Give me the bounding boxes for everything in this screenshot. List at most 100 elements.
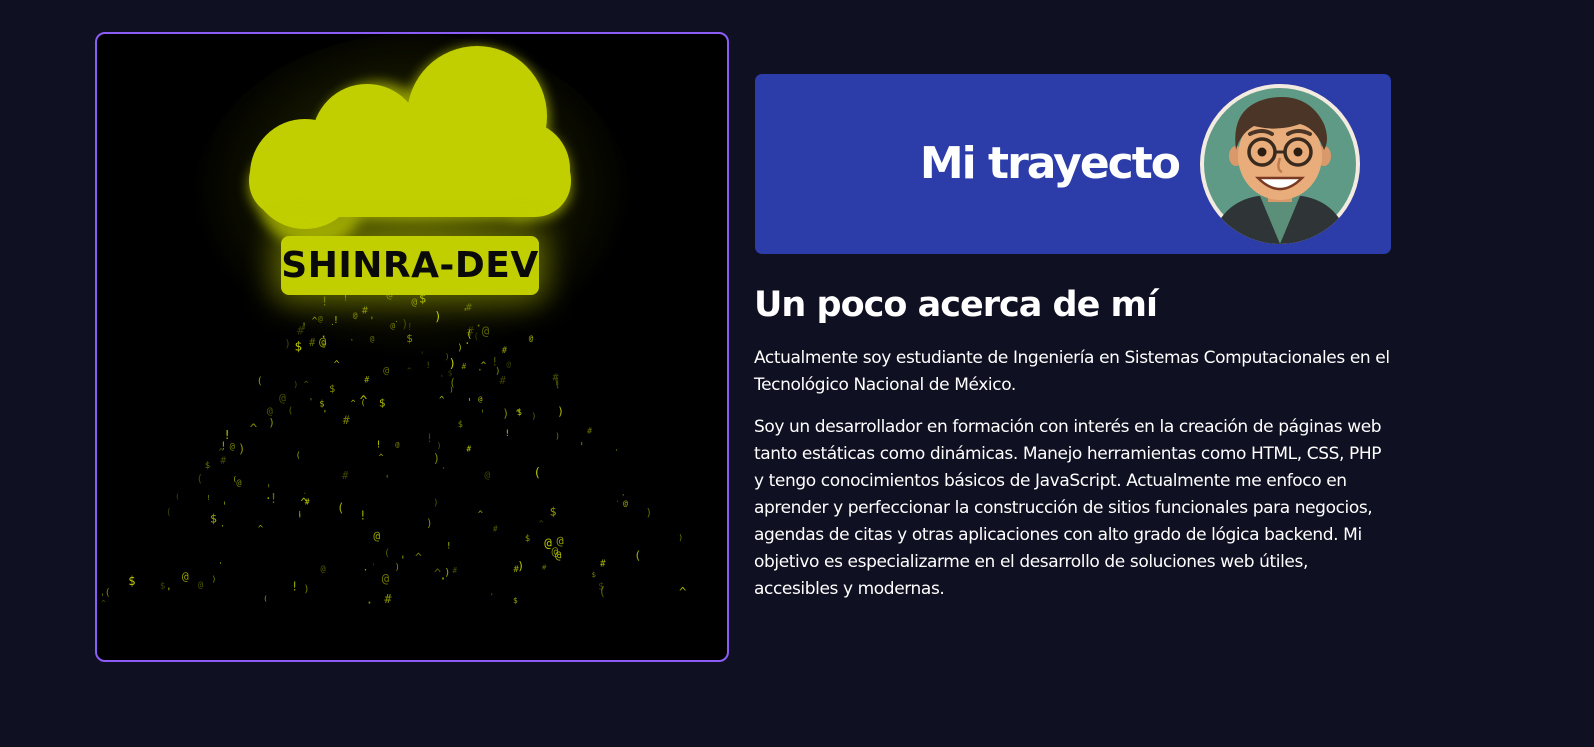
- code-rain-glyph: ^: [379, 453, 384, 462]
- code-rain-glyph: ^: [334, 359, 340, 370]
- code-rain-glyph: ^: [439, 396, 445, 406]
- code-rain-glyph: ': [479, 407, 486, 421]
- code-rain-glyph: ': [371, 561, 375, 570]
- code-rain-glyph: @: [321, 564, 326, 574]
- code-rain-glyph: #: [220, 456, 226, 467]
- code-rain-glyph: !: [491, 356, 498, 369]
- code-rain-glyph: (: [263, 594, 267, 603]
- code-rain-glyph: .: [477, 360, 484, 373]
- code-rain-glyph: ): [646, 506, 652, 519]
- code-rain-glyph: #: [587, 426, 592, 436]
- code-rain-glyph: ': [489, 592, 494, 602]
- code-rain-glyph: $: [458, 420, 463, 430]
- code-rain-glyph: (: [449, 377, 455, 389]
- code-rain-glyph: ): [444, 567, 450, 578]
- code-rain-glyph: $: [128, 574, 135, 588]
- code-rain-glyph: (: [296, 451, 301, 460]
- code-rain-glyph: #: [453, 566, 458, 575]
- code-rain-glyph: (: [233, 474, 237, 483]
- code-rain-glyph: ): [678, 533, 683, 542]
- code-rain-glyph: ': [614, 447, 618, 456]
- code-rain-glyph: (: [337, 501, 344, 515]
- code-rain-glyph: !: [343, 294, 348, 304]
- code-rain-glyph: @: [198, 581, 204, 591]
- code-rain-glyph: ^: [539, 518, 544, 528]
- code-rain-glyph: ': [308, 398, 313, 408]
- code-rain-glyph: #: [343, 413, 351, 427]
- code-rain-glyph: @: [267, 406, 273, 417]
- code-rain-glyph: .: [330, 318, 334, 327]
- about-heading: Un poco acerca de mí: [754, 285, 1158, 325]
- journey-banner: Mi trayecto: [755, 74, 1391, 254]
- code-rain-glyph: @: [373, 530, 380, 543]
- code-rain-glyph: $: [329, 384, 335, 395]
- brand-label: SHINRA-DEV: [281, 236, 539, 295]
- about-paragraph-1: Actualmente soy estudiante de Ingeniería…: [754, 348, 1390, 395]
- code-rain-glyph: #: [342, 469, 349, 482]
- code-rain-glyph: @: [506, 360, 511, 369]
- code-rain-glyph: #: [600, 559, 606, 570]
- code-rain-glyph: ): [437, 441, 442, 450]
- code-rain-glyph: ): [401, 317, 408, 331]
- code-rain-glyph: ): [433, 452, 440, 466]
- code-rain-glyph: #: [466, 302, 472, 313]
- code-rain-glyph: @: [319, 335, 326, 349]
- code-rain-glyph: ': [296, 510, 304, 525]
- code-rain-glyph: .: [366, 591, 374, 606]
- code-rain-glyph: !: [505, 429, 510, 439]
- code-rain-glyph: ': [578, 441, 585, 454]
- code-rain-glyph: $: [319, 399, 324, 409]
- code-rain-glyph: .: [441, 462, 446, 471]
- code-rain-glyph: $: [205, 461, 210, 471]
- code-rain-glyph: ^: [250, 422, 258, 437]
- code-rain-glyph: !: [446, 542, 451, 552]
- code-rain-glyph: (: [166, 508, 171, 518]
- code-rain-glyph: ': [420, 351, 425, 361]
- code-rain-glyph: @: [544, 535, 552, 550]
- code-rain-glyph: (: [466, 329, 472, 341]
- code-rain-glyph: @: [482, 323, 490, 338]
- code-rain-glyph: ': [218, 561, 222, 569]
- code-rain-glyph: ): [445, 352, 450, 361]
- code-rain-glyph: .: [394, 315, 398, 324]
- code-rain-glyph: ^: [478, 509, 483, 519]
- code-rain-glyph: @: [623, 498, 628, 508]
- hero-illustration: ))##$##!()#^)(.^$'@#@.@$@$)!!.@'^'..^)#$…: [100, 34, 686, 608]
- code-rain-glyph: ): [238, 442, 245, 456]
- code-rain-glyph: #: [364, 375, 370, 385]
- banner-title: Mi trayecto: [919, 138, 1181, 189]
- code-rain-glyph: (: [197, 472, 203, 485]
- code-rain-glyph: $: [513, 596, 518, 605]
- code-rain-glyph: !: [321, 294, 329, 309]
- code-rain-glyph: @: [236, 478, 241, 488]
- code-rain-glyph: $: [525, 534, 530, 544]
- code-rain-glyph: #: [309, 337, 316, 349]
- code-rain-glyph: ': [466, 397, 472, 409]
- code-rain-glyph: @: [383, 366, 389, 377]
- code-rain-glyph: ^: [415, 551, 422, 565]
- code-rain-glyph: !: [270, 492, 278, 507]
- code-rain-glyph: #: [466, 444, 471, 453]
- code-rain-glyph: @: [370, 335, 375, 344]
- code-rain-glyph: ): [457, 343, 462, 353]
- code-rain-glyph: .: [621, 489, 626, 498]
- code-rain-glyph: ): [284, 337, 290, 350]
- code-rain-glyph: (: [175, 492, 179, 501]
- code-rain-glyph: ': [384, 474, 390, 485]
- code-rain-glyph: @: [230, 442, 235, 452]
- code-rain-glyph: ': [166, 586, 172, 597]
- code-rain-glyph: (: [533, 466, 541, 481]
- code-rain-glyph: ^: [407, 366, 412, 375]
- code-rain-glyph: #: [542, 563, 547, 572]
- code-rain-glyph: $: [517, 408, 522, 418]
- code-rain-glyph: @: [478, 395, 483, 404]
- code-rain-glyph: ^: [351, 398, 356, 407]
- code-rain-glyph: !: [206, 494, 210, 502]
- code-rain-glyph: ): [212, 573, 217, 583]
- code-rain-glyph: @: [382, 572, 390, 586]
- code-rain-glyph: !: [224, 428, 231, 442]
- code-rain-glyph: !: [359, 509, 366, 523]
- code-rain-glyph: (: [384, 548, 390, 559]
- code-rain-glyph: $: [379, 397, 386, 410]
- code-rain-glyph: ^: [434, 567, 441, 581]
